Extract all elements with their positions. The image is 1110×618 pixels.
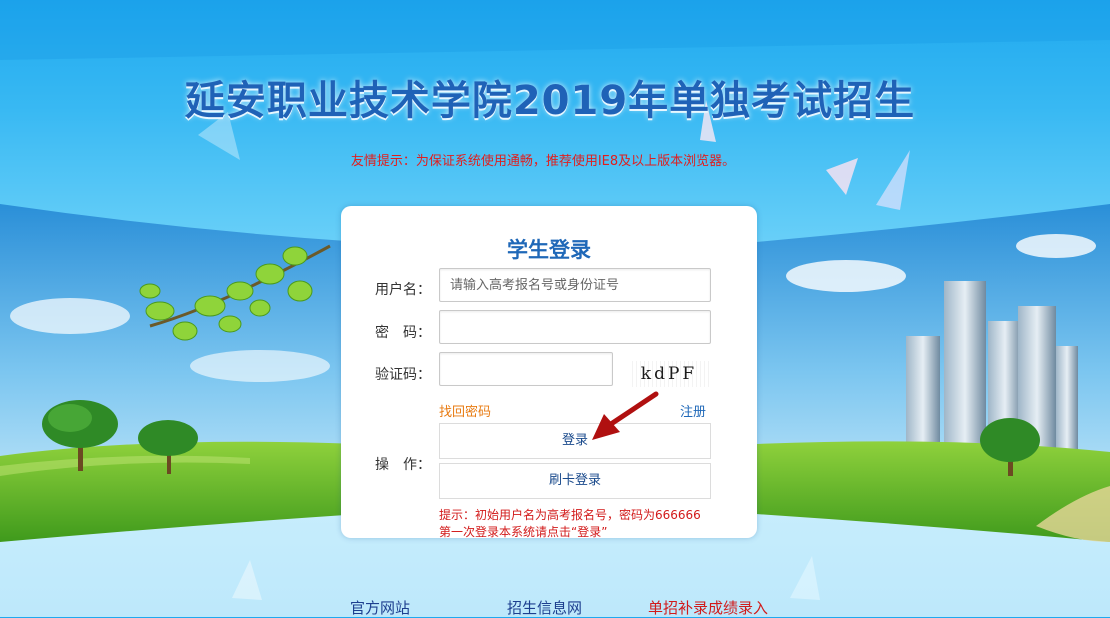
login-button[interactable]: 登录 (439, 423, 711, 459)
forgot-password-link[interactable]: 找回密码 (439, 401, 491, 420)
captcha-image[interactable]: kdPF (629, 361, 709, 387)
card-login-button[interactable]: 刷卡登录 (439, 463, 711, 499)
captcha-input[interactable] (439, 352, 613, 386)
password-input[interactable] (439, 310, 711, 344)
official-site-link[interactable]: 官方网站 (350, 597, 410, 618)
red-arrow-icon (592, 391, 659, 440)
captcha-text: kdPF (640, 364, 698, 384)
actions-label: 操 作： (375, 457, 431, 473)
username-input[interactable] (439, 268, 711, 302)
login-title: 学生登录 (507, 238, 591, 262)
right-cityscape-image (756, 196, 1110, 546)
captcha-label: 验证码： (375, 367, 431, 383)
score-entry-link[interactable]: 单招补录成绩录入 (648, 597, 768, 618)
hint-line-2: 第一次登录本系统请点击“登录” (439, 525, 608, 539)
username-label: 用户名： (375, 282, 431, 298)
password-label: 密 码： (375, 325, 431, 341)
register-link[interactable]: 注册 (680, 401, 706, 420)
page-title: 延安职业技术学院2019年单独考试招生 (184, 78, 916, 124)
browser-notice: 友情提示：为保证系统使用通畅，推荐使用IE8及以上版本浏览器。 (350, 154, 736, 169)
left-landscape-image (0, 196, 360, 546)
hint-line-1: 提示：初始用户名为高考报名号，密码为666666 (439, 508, 701, 522)
login-panel: 学生登录 用户名： 密 码： 验证码： kdPF 找回密码 注册 操 作： 登录… (341, 206, 757, 539)
admission-info-link[interactable]: 招生信息网 (507, 597, 582, 618)
